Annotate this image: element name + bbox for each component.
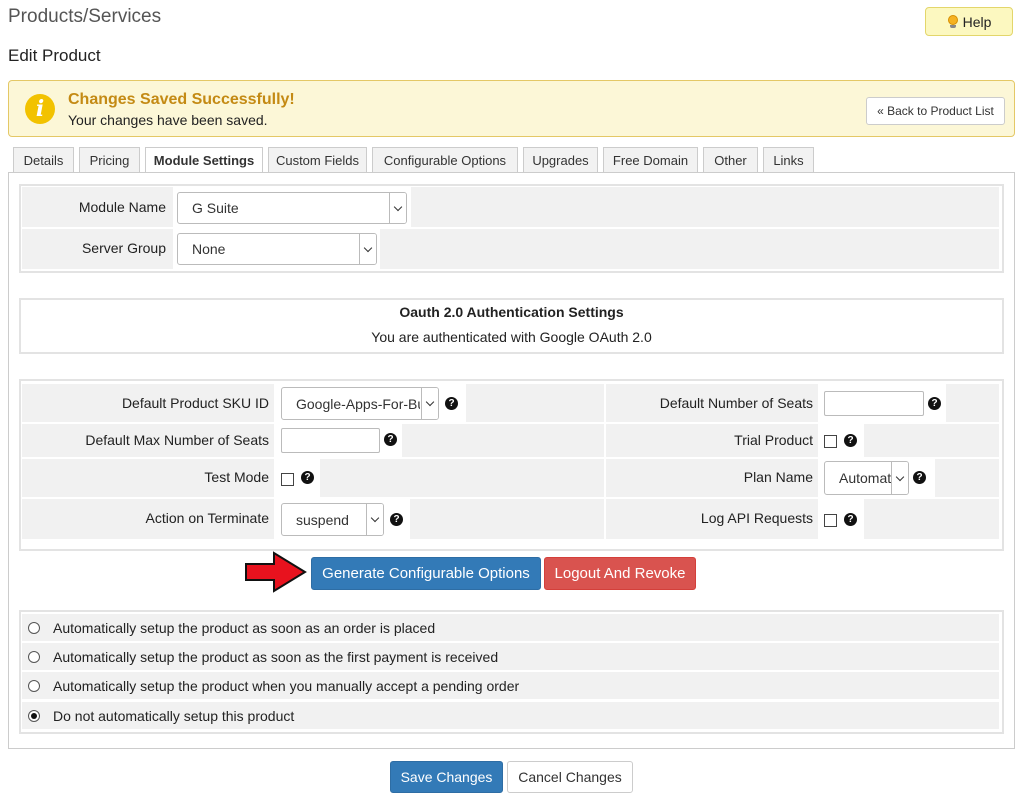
page-title: Products/Services <box>8 6 162 27</box>
success-alert: i Changes Saved Successfully! Your chang… <box>8 80 1015 137</box>
log-api-label: Log API Requests <box>700 510 813 526</box>
oauth-status: You are authenticated with Google OAuth … <box>371 329 652 345</box>
alert-message: Your changes have been saved. <box>68 112 268 128</box>
red-arrow-icon <box>245 551 307 593</box>
terminate-label: Action on Terminate <box>145 510 269 526</box>
tab-links[interactable]: Links <box>763 147 814 172</box>
help-icon[interactable]: ? <box>913 471 926 484</box>
plan-name-select[interactable]: Automatic <box>824 461 909 495</box>
help-icon[interactable]: ? <box>390 513 403 526</box>
max-seats-input[interactable] <box>281 428 380 453</box>
help-icon[interactable]: ? <box>928 397 941 410</box>
server-group-value: None <box>192 241 226 257</box>
module-name-value: G Suite <box>192 200 239 216</box>
test-mode-checkbox[interactable] <box>281 473 294 486</box>
lightbulb-icon <box>947 14 959 29</box>
sku-value: Google-Apps-For-Business <box>296 395 420 412</box>
chevron-down-icon <box>359 234 376 264</box>
sku-select[interactable]: Google-Apps-For-Business <box>281 387 439 420</box>
tab-custom-fields[interactable]: Custom Fields <box>268 147 367 172</box>
trial-product-checkbox[interactable] <box>824 435 837 448</box>
help-button[interactable]: Help <box>925 7 1013 36</box>
radio-button-selected[interactable] <box>28 709 40 722</box>
tab-free-domain[interactable]: Free Domain <box>603 147 698 172</box>
tab-upgrades[interactable]: Upgrades <box>523 147 598 172</box>
chevron-down-icon <box>891 462 908 494</box>
help-icon[interactable]: ? <box>384 433 397 446</box>
oauth-box: Oauth 2.0 Authentication Settings You ar… <box>19 298 1004 354</box>
server-group-select[interactable]: None <box>177 233 377 265</box>
product-tabs: Details Pricing Module Settings Custom F… <box>13 147 819 173</box>
log-api-checkbox[interactable] <box>824 514 837 527</box>
help-icon[interactable]: ? <box>445 397 458 410</box>
tab-details[interactable]: Details <box>13 147 74 172</box>
trial-product-label: Trial Product <box>734 432 813 448</box>
server-group-label: Server Group <box>81 240 166 256</box>
radio-button[interactable] <box>28 621 40 634</box>
terminate-value: suspend <box>296 511 349 528</box>
radio-button[interactable] <box>28 650 40 663</box>
save-changes-button[interactable]: Save Changes <box>390 761 503 793</box>
module-name-label: Module Name <box>78 199 166 215</box>
oauth-title: Oauth 2.0 Authentication Settings <box>399 304 624 320</box>
help-icon[interactable]: ? <box>301 471 314 484</box>
tab-pricing[interactable]: Pricing <box>79 147 140 172</box>
tab-configurable-options[interactable]: Configurable Options <box>372 147 518 172</box>
help-icon[interactable]: ? <box>844 434 857 447</box>
tab-other[interactable]: Other <box>703 147 758 172</box>
plan-name-value: Automatic <box>839 470 894 486</box>
cancel-changes-button[interactable]: Cancel Changes <box>507 761 633 793</box>
page-subtitle: Edit Product <box>8 46 101 65</box>
radio-button[interactable] <box>28 679 40 692</box>
setup-option-label: Automatically setup the product as soon … <box>53 648 499 665</box>
chevron-down-icon <box>389 193 406 223</box>
setup-option-label: Automatically setup the product when you… <box>53 677 520 694</box>
alert-title: Changes Saved Successfully! <box>68 91 295 108</box>
generate-configurable-options-button[interactable]: Generate Configurable Options <box>311 557 541 590</box>
module-name-select[interactable]: G Suite <box>177 192 407 224</box>
terminate-select[interactable]: suspend <box>281 503 384 536</box>
test-mode-label: Test Mode <box>204 469 269 485</box>
info-icon: i <box>25 94 55 124</box>
back-to-product-list-button[interactable]: « Back to Product List <box>866 97 1005 125</box>
seats-label: Default Number of Seats <box>659 395 813 411</box>
chevron-down-icon <box>366 504 383 535</box>
seats-input[interactable] <box>824 391 924 416</box>
logout-and-revoke-button[interactable]: Logout And Revoke <box>544 557 696 590</box>
help-button-label: Help <box>962 13 992 30</box>
max-seats-label: Default Max Number of Seats <box>85 432 269 448</box>
tab-module-settings[interactable]: Module Settings <box>145 147 263 173</box>
setup-option[interactable]: Automatically setup the product as soon … <box>22 614 999 641</box>
help-icon[interactable]: ? <box>844 513 857 526</box>
setup-option-label: Do not automatically setup this product <box>53 707 295 724</box>
chevron-down-icon <box>421 388 438 419</box>
plan-name-label: Plan Name <box>743 469 813 485</box>
setup-option[interactable]: Automatically setup the product as soon … <box>22 643 999 670</box>
setup-option[interactable]: Do not automatically setup this product <box>22 702 999 729</box>
setup-option[interactable]: Automatically setup the product when you… <box>22 672 999 699</box>
setup-option-label: Automatically setup the product as soon … <box>53 619 436 636</box>
sku-label: Default Product SKU ID <box>121 395 269 411</box>
